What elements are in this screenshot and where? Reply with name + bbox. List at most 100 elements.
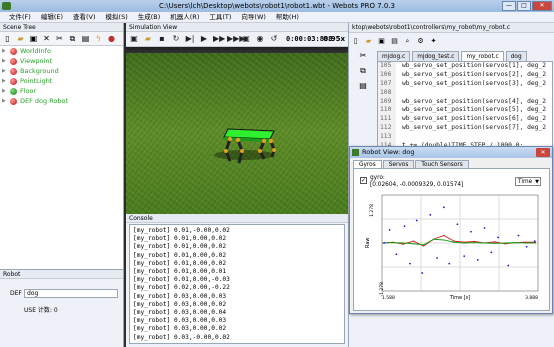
color-icon[interactable]: ● xyxy=(107,34,116,43)
new-file-icon[interactable]: ▯ xyxy=(351,37,360,46)
expand-arrow-icon[interactable]: ▶ xyxy=(2,56,7,66)
menu-tools[interactable]: 工具(T) xyxy=(204,12,236,22)
tree-item-floor[interactable]: ▶ Floor xyxy=(0,86,123,96)
code-line: 113 xyxy=(378,133,552,143)
open-world-icon[interactable]: ▰ xyxy=(143,34,153,44)
cut-icon[interactable]: ✂ xyxy=(55,34,64,43)
data-point xyxy=(395,253,398,256)
tree-item-background[interactable]: ▶ Background xyxy=(0,66,123,76)
code-line: 105 wb_servo_set_position(servos[1], deg_… xyxy=(378,62,552,71)
fast-forward-icon[interactable]: ▶▶ xyxy=(213,34,225,44)
menu-build[interactable]: 生成(B) xyxy=(133,12,166,22)
data-point xyxy=(453,241,455,243)
robot-view-titlebar: Robot View: dog ✕ xyxy=(350,147,552,158)
menu-edit[interactable]: 编辑(E) xyxy=(36,12,68,22)
editor-tab[interactable]: dog xyxy=(505,51,527,61)
record-icon[interactable]: ▣ xyxy=(241,34,251,44)
data-point xyxy=(470,230,472,233)
expand-arrow-icon[interactable]: ▶ xyxy=(2,66,7,76)
save-file-icon[interactable]: ▣ xyxy=(377,37,386,46)
paste-icon[interactable]: ▤ xyxy=(359,81,368,90)
data-point xyxy=(402,242,404,244)
copy-icon[interactable]: ⧉ xyxy=(359,66,368,75)
simulation-speed: 0.95x xyxy=(323,35,345,43)
robot-view-title: Robot View: dog xyxy=(362,148,415,156)
tree-item-dog-robot[interactable]: ▶ DEF dog Robot xyxy=(0,96,123,106)
data-point xyxy=(443,239,445,241)
menu-file[interactable]: 文件(F) xyxy=(4,12,36,22)
expand-arrow-icon[interactable]: ▶ xyxy=(2,96,7,106)
tree-item-pointlight[interactable]: ▶ PointLight xyxy=(0,76,123,86)
new-file-icon[interactable]: ▯ xyxy=(3,34,12,43)
data-point xyxy=(517,234,520,237)
add-node-icon[interactable]: ϟ xyxy=(94,34,103,43)
plot-mode-value: Time xyxy=(518,179,533,185)
build-icon[interactable]: ⚙ xyxy=(416,37,425,46)
maximize-button[interactable]: □ xyxy=(517,1,531,11)
data-point xyxy=(442,206,445,209)
delete-icon[interactable]: ✕ xyxy=(42,34,51,43)
console-line: [my_robot] 0.01,0.00,0.01 xyxy=(133,268,227,276)
line-number: 108 xyxy=(378,88,396,98)
console-output[interactable]: [my_robot] 0.01,-0.00,0.02 [my_robot] 0.0… xyxy=(129,224,345,344)
plot-mode-select[interactable]: Time ▼ xyxy=(515,177,541,186)
screenshot-icon[interactable]: ◉ xyxy=(255,34,265,44)
expand-arrow-icon[interactable]: ▶ xyxy=(2,76,7,86)
def-name-input[interactable]: dog xyxy=(24,289,118,298)
reset-icon[interactable]: ↺ xyxy=(269,34,279,44)
expand-arrow-icon[interactable]: ▶ xyxy=(2,46,7,56)
data-point xyxy=(392,242,394,244)
data-point xyxy=(382,242,384,244)
data-point xyxy=(534,242,537,244)
step-icon[interactable]: ▶| xyxy=(185,34,195,44)
save-all-icon[interactable]: ▤ xyxy=(390,37,399,46)
code-text: wb_servo_set_position(servos[6], deg_2 xyxy=(402,115,547,123)
menu-simulation[interactable]: 模拟(S) xyxy=(101,12,133,22)
open-file-icon[interactable]: ▰ xyxy=(364,37,373,46)
fastest-icon[interactable]: ▶▶▶ xyxy=(227,34,245,44)
copy-icon[interactable]: ⧉ xyxy=(68,34,77,43)
data-point xyxy=(533,240,536,243)
add-object-icon[interactable]: ▣ xyxy=(129,34,139,44)
line-number: 107 xyxy=(378,79,396,89)
3d-scene-view[interactable] xyxy=(126,47,348,214)
gyro-values: [0.02604, -0.0009329, 0.01574] xyxy=(370,182,464,188)
editor-tab-active[interactable]: my_robot.c xyxy=(461,51,504,61)
robot-view-close-button[interactable]: ✕ xyxy=(536,148,550,157)
minimize-button[interactable]: — xyxy=(502,1,516,11)
window-title: C:\Users\lch\Desktop\webots\robot1\robot… xyxy=(158,2,395,10)
save-icon[interactable]: ▣ xyxy=(29,34,38,43)
paste-icon[interactable]: ▤ xyxy=(81,34,90,43)
code-text: wb_servo_set_position(servos[7], deg_2 xyxy=(402,124,547,132)
data-point xyxy=(514,242,516,244)
gyro-enable-checkbox[interactable]: ✓ xyxy=(360,177,367,184)
tree-item-viewpoint[interactable]: ▶ Viewpoint xyxy=(0,56,123,66)
data-point xyxy=(422,244,425,246)
tree-item-label: DEF dog Robot xyxy=(20,97,69,105)
save-world-icon[interactable]: ▪ xyxy=(157,34,167,44)
data-point xyxy=(483,242,486,244)
menu-wizard[interactable]: 向导(W) xyxy=(236,12,271,22)
open-folder-icon[interactable]: ▰ xyxy=(16,34,25,43)
revert-icon[interactable]: ↻ xyxy=(171,34,181,44)
dog-robot-model[interactable] xyxy=(126,47,348,214)
node-icon xyxy=(10,67,17,75)
play-icon[interactable]: ▶ xyxy=(199,34,209,44)
editor-tab[interactable]: mjdog_test.c xyxy=(412,51,460,61)
tree-item-worldinfo[interactable]: ▶ WorldInfo xyxy=(0,46,123,56)
node-icon xyxy=(10,57,17,65)
editor-tab[interactable]: mjdog.c xyxy=(377,51,411,61)
close-button[interactable]: ✕ xyxy=(532,1,552,11)
cut-icon[interactable]: ✂ xyxy=(359,51,368,60)
menu-robot[interactable]: 机器人(R) xyxy=(165,12,204,22)
expand-arrow-icon[interactable]: ▶ xyxy=(2,86,7,96)
data-point xyxy=(497,236,500,239)
menu-view[interactable]: 查看(V) xyxy=(68,12,101,22)
robot-view-icon xyxy=(352,149,359,156)
code-line: 109 wb_servo_set_position(servos[4], deg_… xyxy=(378,97,552,107)
clean-icon[interactable]: ✦ xyxy=(429,37,438,46)
tree-item-label: Background xyxy=(20,67,59,75)
menu-help[interactable]: 帮助(H) xyxy=(271,12,304,22)
find-icon[interactable]: ⌕ xyxy=(403,37,412,46)
